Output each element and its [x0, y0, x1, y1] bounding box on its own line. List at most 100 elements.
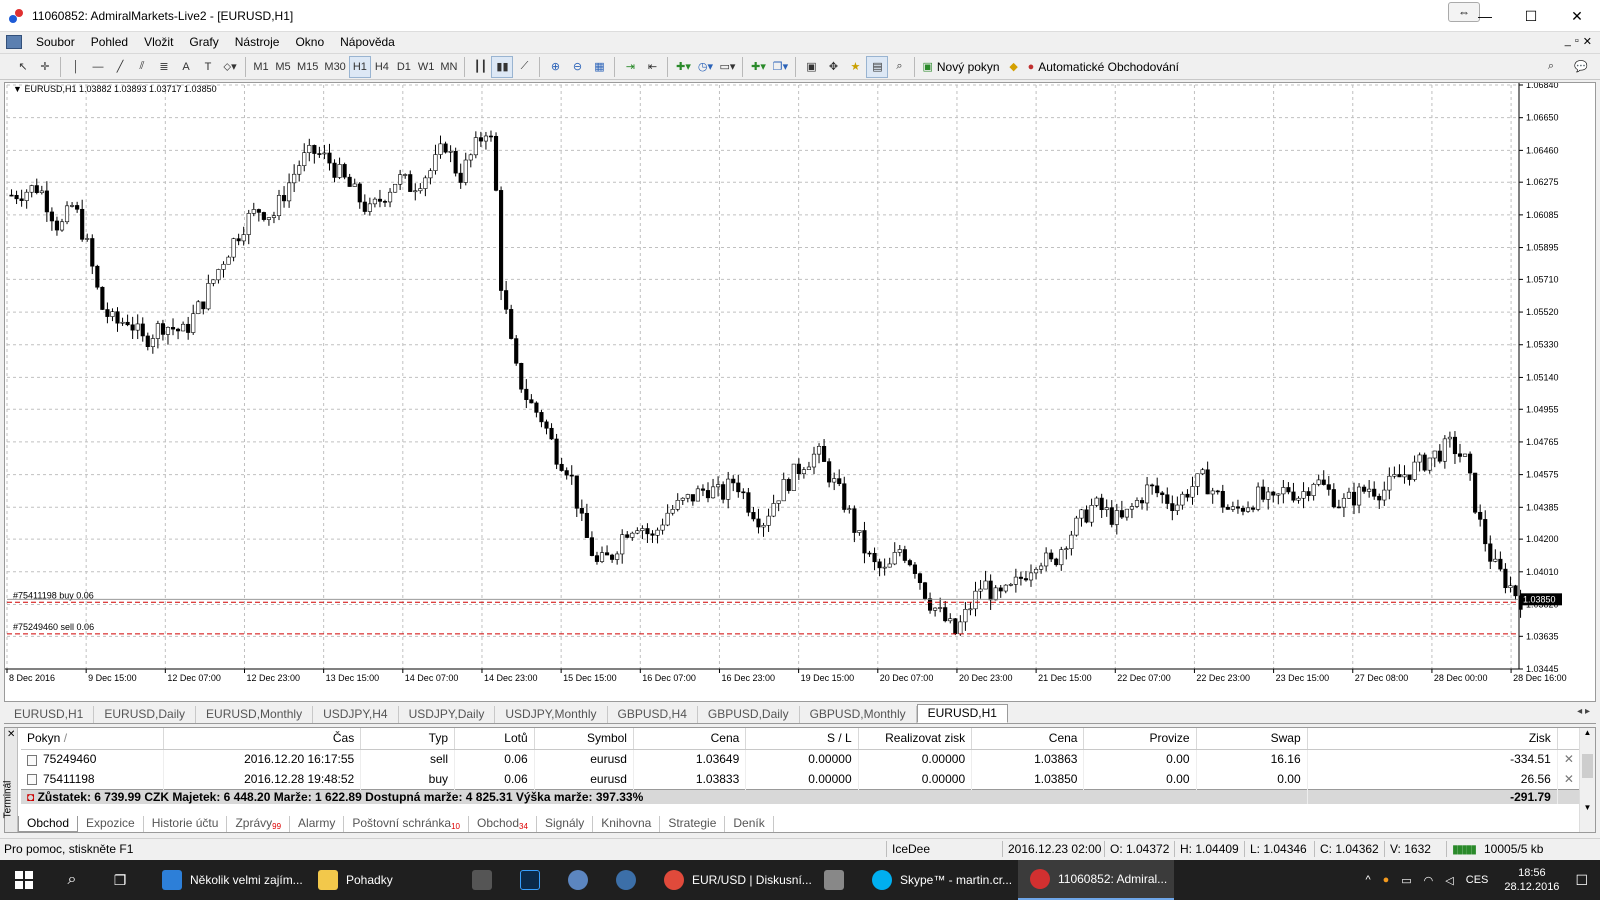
menu-soubor[interactable]: Soubor: [28, 35, 83, 49]
data-window-icon[interactable]: ✥: [822, 56, 844, 78]
col-swap[interactable]: Swap: [1196, 728, 1308, 750]
chart-tab[interactable]: GBPUSD,Daily: [697, 706, 800, 723]
col-symbol[interactable]: Symbol: [534, 728, 634, 750]
taskbar-chrome[interactable]: EUR/USD | Diskusní...: [652, 860, 812, 900]
zoom-in-icon[interactable]: ⊕: [544, 56, 566, 78]
table-row[interactable]: 75249460 2016.12.20 16:17:55 sell 0.06 eur…: [21, 749, 1582, 769]
chart-tab[interactable]: EURUSD,Daily: [94, 706, 197, 723]
terminal-tab-market[interactable]: Obchod34: [469, 815, 537, 832]
menu-pohled[interactable]: Pohled: [83, 35, 136, 49]
chart-dropdown-icon[interactable]: ▼: [13, 84, 22, 94]
wifi-icon[interactable]: ◠: [1424, 874, 1434, 887]
chart-tab[interactable]: EURUSD,Monthly: [196, 706, 314, 723]
market-watch-icon[interactable]: ▣: [800, 56, 822, 78]
chart-tab[interactable]: USDJPY,H4: [313, 706, 399, 723]
search-taskbar-icon[interactable]: ⌕: [52, 860, 92, 900]
terminal-scrollbar[interactable]: ▲ ▼: [1579, 728, 1595, 832]
chart-canvas[interactable]: 1.06840 1.06650 1.06460 1.06275 1.06085 1.058…: [5, 83, 1595, 701]
timeframe-h4[interactable]: H4: [371, 56, 393, 78]
taskbar-photoshop[interactable]: [510, 860, 550, 900]
terminal-tab-signaly[interactable]: Signály: [537, 815, 594, 832]
chart-tab[interactable]: USDJPY,Daily: [398, 706, 496, 723]
timeframe-w1[interactable]: W1: [415, 56, 438, 78]
volume-icon[interactable]: ◁: [1445, 874, 1453, 887]
taskbar-app2[interactable]: [606, 860, 646, 900]
line-chart-icon[interactable]: ⟋: [513, 56, 535, 78]
table-row[interactable]: 75411198 2016.12.28 19:48:52 buy 0.06 euru…: [21, 769, 1582, 789]
templates-icon[interactable]: ▭▾: [716, 56, 738, 78]
periods-icon[interactable]: ◷▾: [694, 56, 716, 78]
mdi-close-button[interactable]: ✕: [1583, 35, 1592, 48]
channel-icon[interactable]: ⫽: [131, 56, 153, 78]
cursor-icon[interactable]: ↖: [12, 56, 34, 78]
terminal-tab-denik[interactable]: Deník: [725, 815, 774, 832]
col-cena-current[interactable]: Cena: [971, 728, 1085, 750]
terminal-icon[interactable]: ▤: [866, 55, 889, 78]
col-lotu[interactable]: Lotů: [454, 728, 535, 750]
trendline-icon[interactable]: ╱: [109, 56, 131, 78]
chart-tab[interactable]: USDJPY,Monthly: [495, 706, 608, 723]
col-sl[interactable]: S / L: [745, 728, 859, 750]
chart-tab[interactable]: GBPUSD,Monthly: [799, 706, 917, 723]
strategy-tester-icon[interactable]: ⌕: [888, 56, 910, 78]
taskbar-store[interactable]: [462, 860, 502, 900]
new-chart-icon[interactable]: ✚▾: [747, 56, 769, 78]
terminal-tab-historie[interactable]: Historie účtu: [144, 815, 228, 832]
taskbar-metatrader[interactable]: 11060852: Admiral...: [1018, 860, 1174, 900]
menu-grafy[interactable]: Grafy: [181, 35, 226, 49]
timeframe-mn[interactable]: MN: [437, 56, 460, 78]
mdi-minimize-button[interactable]: _: [1565, 35, 1571, 48]
menu-vlozit[interactable]: Vložit: [136, 35, 181, 49]
chart-tab[interactable]: GBPUSD,H4: [607, 706, 698, 723]
timeframe-m5[interactable]: M5: [272, 56, 294, 78]
start-button[interactable]: [0, 860, 48, 900]
task-view-icon[interactable]: ❐: [100, 860, 140, 900]
col-typ[interactable]: Typ: [360, 728, 456, 750]
horizontal-line-icon[interactable]: —: [87, 56, 109, 78]
chart-tab[interactable]: EURUSD,H1: [4, 706, 95, 723]
terminal-tab-strategie[interactable]: Strategie: [660, 815, 726, 832]
fibonacci-icon[interactable]: ≣: [153, 56, 175, 78]
profiles-icon[interactable]: ❐▾: [769, 56, 791, 78]
chart-tab-active[interactable]: EURUSD,H1: [916, 704, 1008, 723]
chart-window-icon[interactable]: [6, 35, 22, 49]
notifications-icon[interactable]: ☐: [1575, 872, 1588, 889]
close-button[interactable]: ✕: [1554, 0, 1600, 32]
col-cena[interactable]: Cena: [633, 728, 747, 750]
col-tp[interactable]: Realizovat zisk: [858, 728, 973, 750]
terminal-close-icon[interactable]: ✕: [7, 729, 15, 740]
close-order-icon[interactable]: ✕: [1557, 769, 1582, 789]
language-indicator[interactable]: CES: [1466, 874, 1489, 886]
indicators-icon[interactable]: ✚▾: [672, 56, 694, 78]
taskbar-app3[interactable]: [814, 860, 854, 900]
col-provize[interactable]: Provize: [1083, 728, 1197, 750]
timeframe-m1[interactable]: M1: [250, 56, 272, 78]
timeframe-m30[interactable]: M30: [321, 56, 348, 78]
vertical-line-icon[interactable]: │: [65, 56, 87, 78]
close-order-icon[interactable]: ✕: [1557, 749, 1582, 769]
menu-nastroje[interactable]: Nástroje: [227, 35, 288, 49]
tile-windows-icon[interactable]: ▦: [588, 56, 610, 78]
terminal-tab-obchod[interactable]: Obchod: [18, 815, 79, 832]
bar-chart-icon[interactable]: ┃┃: [469, 56, 491, 78]
terminal-tab-knihovna[interactable]: Knihovna: [593, 815, 661, 832]
taskbar-edge[interactable]: Několik velmi zajím...: [150, 860, 306, 900]
zoom-out-icon[interactable]: ⊖: [566, 56, 588, 78]
tray-chevron-icon[interactable]: ^: [1365, 874, 1370, 886]
battery-icon[interactable]: ▭: [1401, 874, 1411, 887]
terminal-tab-zpravy[interactable]: Zprávy99: [227, 815, 291, 832]
menu-napoveda[interactable]: Nápověda: [332, 35, 403, 49]
new-order-button[interactable]: ▣ Nový pokyn: [919, 56, 1002, 78]
timeframe-m15[interactable]: M15: [294, 56, 321, 78]
timeframe-d1[interactable]: D1: [393, 56, 415, 78]
shapes-icon[interactable]: ⬦▾: [219, 56, 241, 78]
col-cas[interactable]: Čas: [163, 728, 362, 750]
navigator-icon[interactable]: ★: [844, 56, 866, 78]
taskbar-app[interactable]: [558, 860, 598, 900]
terminal-tab-alarmy[interactable]: Alarmy: [290, 815, 345, 832]
menu-okno[interactable]: Okno: [287, 35, 332, 49]
chat-icon[interactable]: 💬: [1570, 56, 1592, 78]
mdi-restore-button[interactable]: ▫: [1575, 35, 1579, 48]
autoscroll-icon[interactable]: ⇥: [619, 56, 641, 78]
tab-scroll-arrows[interactable]: ◂ ▸: [1577, 706, 1590, 717]
